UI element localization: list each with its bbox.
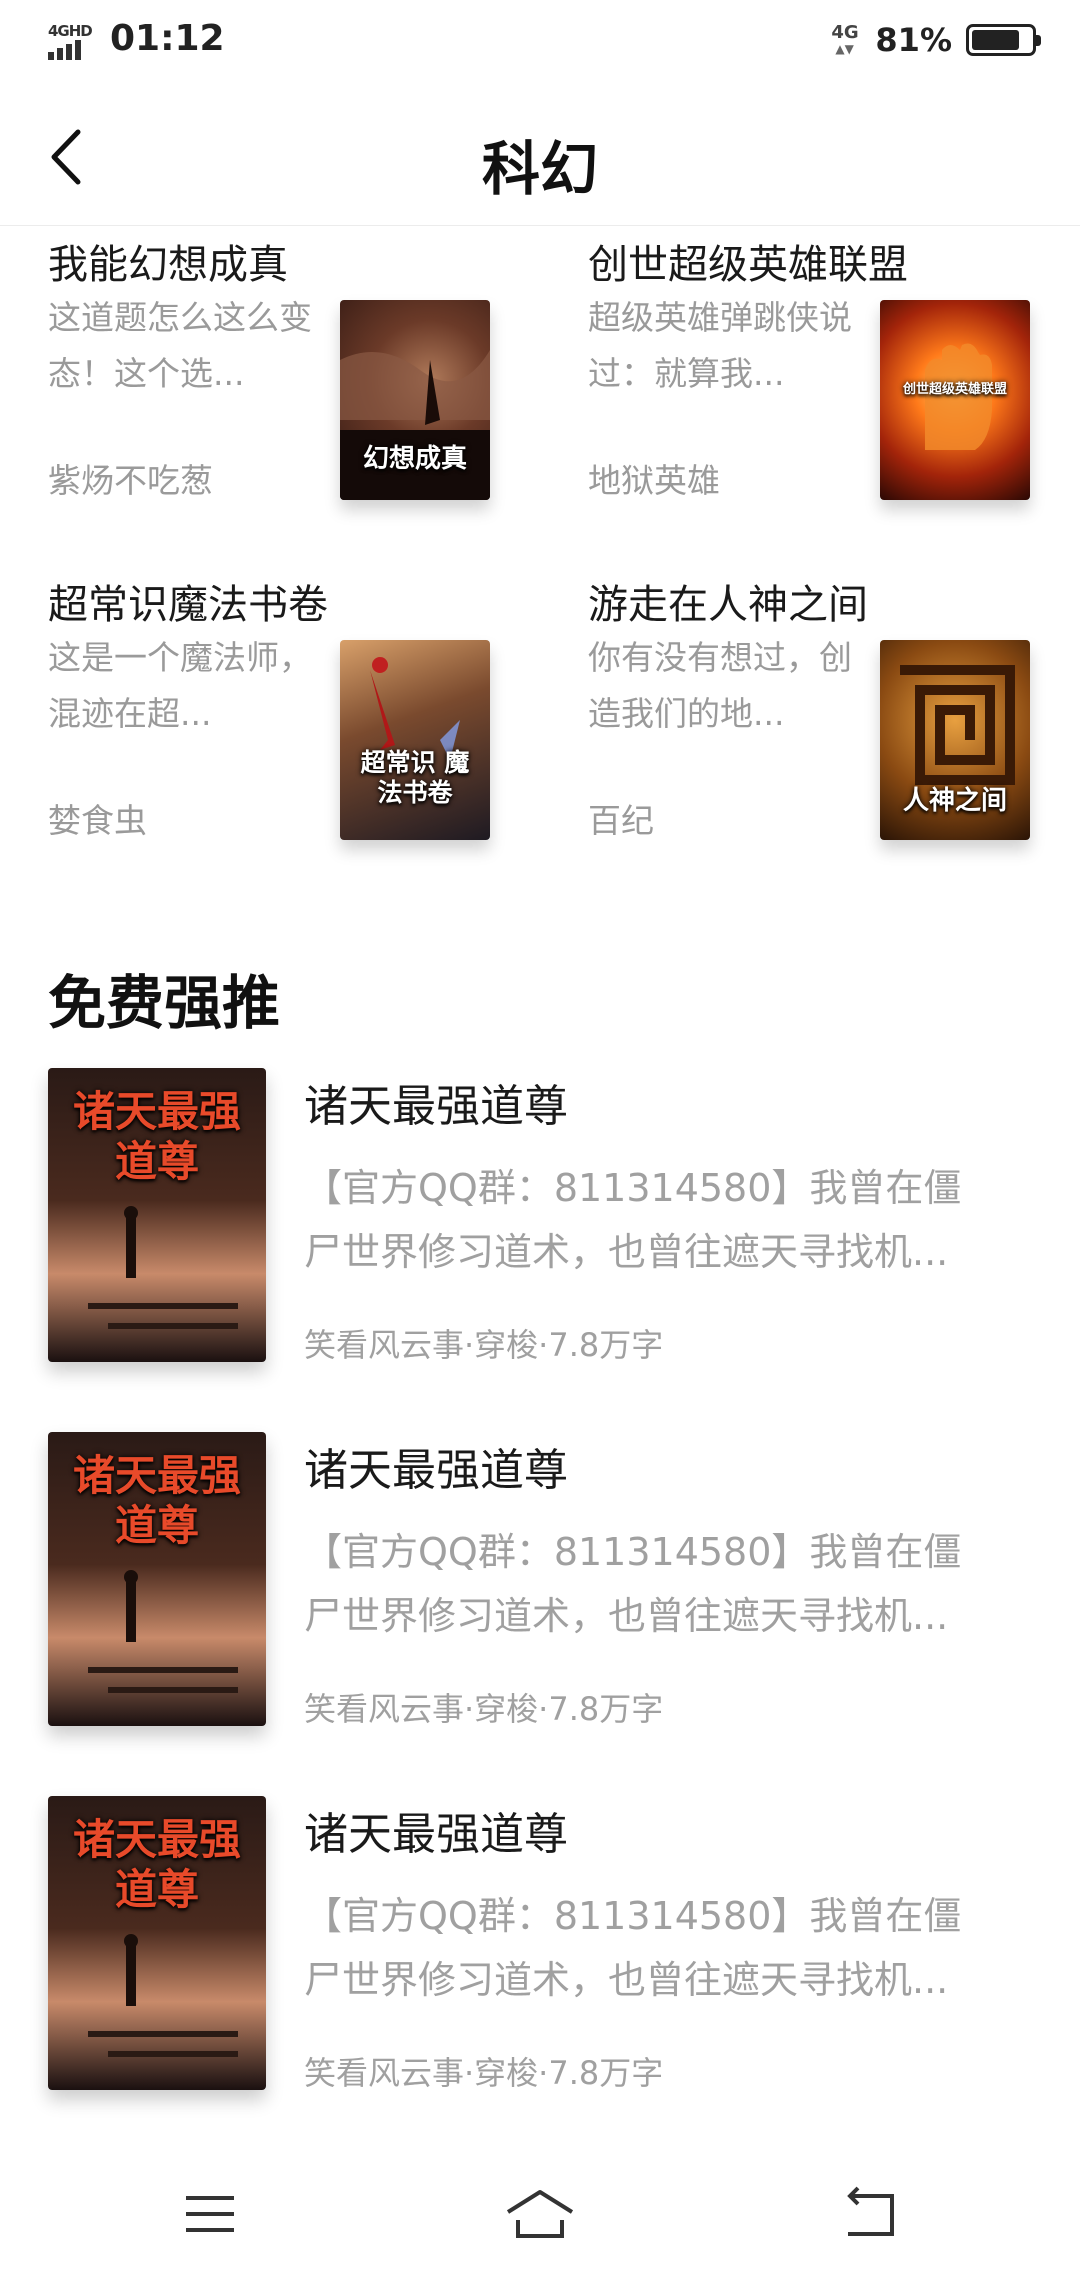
book-title: 诸天最强道尊 — [304, 1081, 568, 1132]
section-title: 免费强推 — [48, 969, 281, 1037]
book-title: 诸天最强道尊 — [304, 1445, 568, 1496]
system-nav-bar — [0, 2150, 1080, 2280]
book-meta: 笑看风云事·穿梭·7.8万字 — [304, 2054, 664, 2092]
book-meta: 笑看风云事·穿梭·7.8万字 — [304, 1690, 664, 1728]
signal-icon: 4GHD — [48, 22, 98, 62]
book-cover: 诸天最强 道尊 — [48, 1796, 266, 2090]
network-type: 4GHD — [48, 22, 93, 40]
book-description: 这道题怎么这么变态！这个选... — [48, 298, 312, 393]
mobile-data-icon: 4G ▲▼ — [831, 22, 859, 56]
menu-icon — [186, 2196, 234, 2232]
book-description: 【官方QQ群：811314580】我曾在僵 尸世界修习道术，也曾往遮天寻找机..… — [304, 1884, 1004, 2012]
return-icon — [847, 2186, 894, 2236]
book-description: 这是一个魔法师，混迹在超... — [48, 638, 312, 733]
mobile-data-label: 4G — [831, 22, 859, 43]
book-description: 【官方QQ群：811314580】我曾在僵 尸世界修习道术，也曾往遮天寻找机..… — [304, 1520, 1004, 1648]
page-title: 科幻 — [481, 135, 598, 203]
book-card[interactable]: 我能幻想成真 这道题怎么这么变态！这个选... 紫炀不吃葱 幻想成真 — [48, 226, 548, 526]
menu-button[interactable] — [170, 2180, 250, 2250]
book-meta: 笑看风云事·穿梭·7.8万字 — [304, 1326, 664, 1364]
book-author: 紫炀不吃葱 — [48, 461, 213, 500]
home-button[interactable] — [500, 2180, 580, 2250]
cover-title: 超常识 魔法书卷 — [360, 748, 470, 807]
book-description: 【官方QQ群：811314580】我曾在僵 尸世界修习道术，也曾往遮天寻找机..… — [304, 1156, 1004, 1284]
book-author: 百纪 — [588, 801, 654, 840]
description-line: 尸世界修习道术，也曾往遮天寻找机... — [304, 1958, 949, 2002]
return-button[interactable] — [830, 2180, 910, 2250]
book-cover: 超常识 魔法书卷 — [340, 640, 490, 840]
book-cover: 人神之间 — [880, 640, 1030, 840]
cover-title: 人神之间 — [902, 786, 1007, 816]
book-title: 游走在人神之间 — [588, 582, 868, 628]
book-cover: 创世超级英雄联盟 — [880, 300, 1030, 500]
home-icon — [506, 2190, 574, 2238]
book-title: 创世超级英雄联盟 — [588, 242, 908, 288]
description-line: 尸世界修习道术，也曾往遮天寻找机... — [304, 1594, 949, 1638]
book-card[interactable]: 超常识魔法书卷 这是一个魔法师，混迹在超... 婪食虫 超常识 魔法书卷 — [48, 566, 548, 866]
app-header: 科幻 — [0, 86, 1080, 226]
book-author: 婪食虫 — [48, 801, 147, 840]
book-title: 我能幻想成真 — [48, 242, 288, 288]
description-line: 【官方QQ群：811314580】我曾在僵 — [304, 1894, 962, 1938]
list-item[interactable]: 诸天最强 道尊 诸天最强道尊 【官方QQ群：811314580】我曾在僵 尸世界… — [0, 1068, 1080, 1368]
book-title: 诸天最强道尊 — [304, 1809, 568, 1860]
book-author: 地狱英雄 — [588, 461, 720, 500]
clock: 01:12 — [110, 18, 225, 59]
book-title: 超常识魔法书卷 — [48, 582, 328, 628]
list-item[interactable]: 诸天最强 道尊 诸天最强道尊 【官方QQ群：811314580】我曾在僵 尸世界… — [0, 1432, 1080, 1732]
status-bar: 4GHD 01:12 4G ▲▼ 81% — [0, 0, 1080, 86]
book-cover: 诸天最强 道尊 — [48, 1432, 266, 1726]
battery-icon — [966, 24, 1041, 56]
book-description: 你有没有想过，创造我们的地... — [588, 638, 852, 733]
book-description: 超级英雄弹跳侠说过：就算我... — [588, 298, 852, 393]
description-line: 【官方QQ群：811314580】我曾在僵 — [304, 1530, 962, 1574]
description-line: 尸世界修习道术，也曾往遮天寻找机... — [304, 1230, 949, 1274]
book-cover: 幻想成真 — [340, 300, 490, 500]
book-card[interactable]: 游走在人神之间 你有没有想过，创造我们的地... 百纪 人神之间 — [588, 566, 1080, 866]
cover-title: 幻想成真 — [362, 444, 467, 474]
cover-title: 创世超级英雄联盟 — [902, 382, 1007, 397]
battery-percentage: 81% — [875, 21, 952, 59]
list-item[interactable]: 诸天最强 道尊 诸天最强道尊 【官方QQ群：811314580】我曾在僵 尸世界… — [0, 1796, 1080, 2096]
book-card[interactable]: 创世超级英雄联盟 超级英雄弹跳侠说过：就算我... 地狱英雄 创世超级英雄联盟 — [588, 226, 1080, 526]
description-line: 【官方QQ群：811314580】我曾在僵 — [304, 1166, 962, 1210]
book-cover: 诸天最强 道尊 — [48, 1068, 266, 1362]
